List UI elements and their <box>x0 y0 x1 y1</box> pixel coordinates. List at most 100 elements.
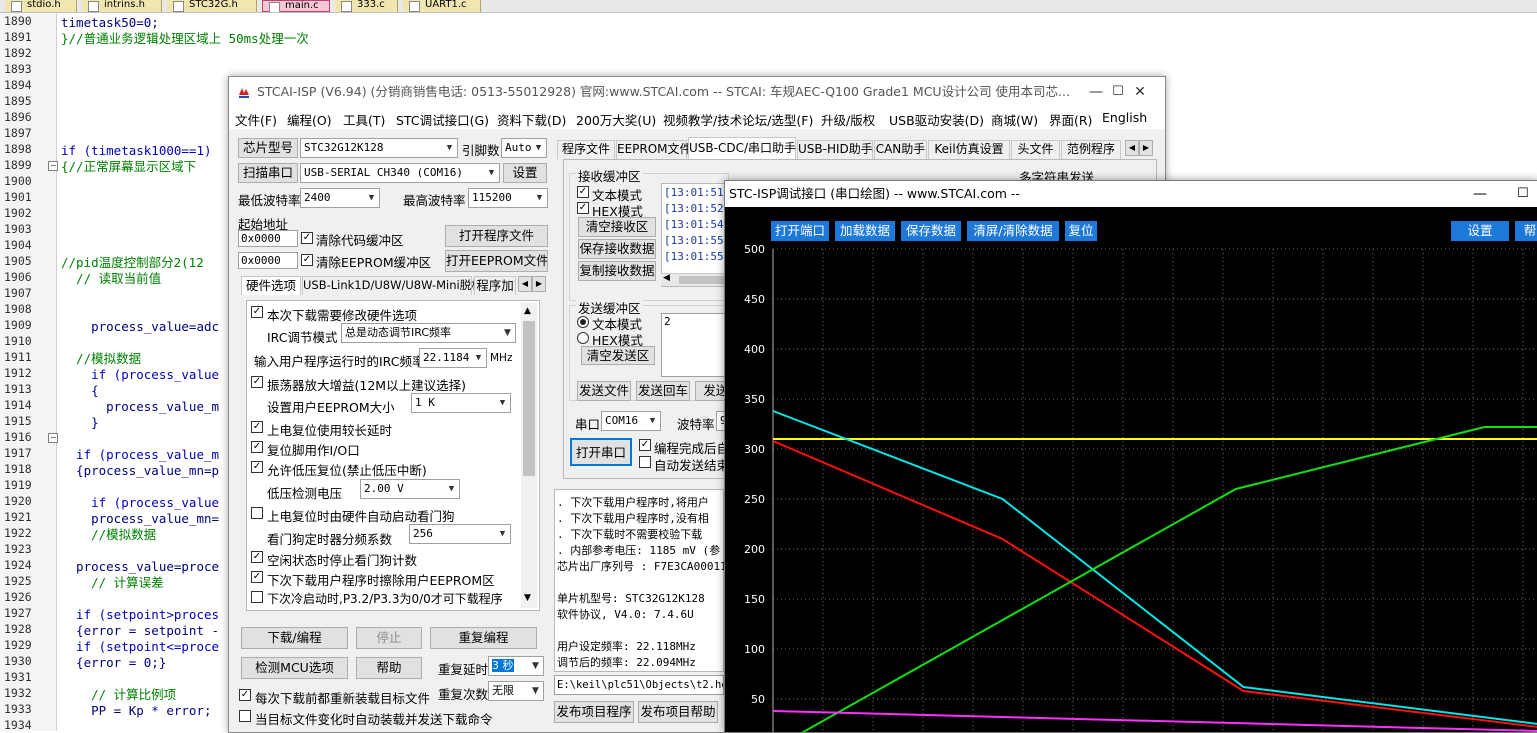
clear-code-buffer-checkbox[interactable]: ✓ <box>301 232 313 244</box>
serial-port-select[interactable]: COM16 ▼ <box>601 411 661 431</box>
publish-help-button[interactable]: 发布项目帮助 <box>638 701 718 723</box>
code-start-address-input[interactable]: 0x0000 <box>238 230 298 247</box>
copy-recv-button[interactable]: 复制接收数据 <box>578 261 656 281</box>
auto-open-checkbox[interactable]: ✓ <box>639 439 651 451</box>
tab-right-1[interactable]: EEPROM文件 <box>616 140 692 159</box>
lvr-enable-checkbox[interactable]: ✓ <box>251 461 263 473</box>
tab-usb-link-offline[interactable]: USB-Link1D/U8W/U8W-Mini脱机 <box>302 276 483 295</box>
tab-scroll-right-button[interactable]: ▶ <box>532 276 546 292</box>
fold-toggle-icon[interactable]: − <box>48 161 58 171</box>
editor-tab-0[interactable]: stdio.h <box>5 0 77 12</box>
tab-right-2[interactable]: USB-CDC/串口助手 <box>688 137 796 159</box>
scroll-left-icon[interactable]: ◀ <box>663 273 670 283</box>
log-output[interactable]: . 下次下载用户程序时,将用户 . 下次下载用户程序时,没有相 . 下次下载时不需要… <box>554 489 727 672</box>
min-baud-select[interactable]: 2400 ▼ <box>300 188 380 208</box>
clear-recv-button[interactable]: 清空接收区 <box>578 217 656 237</box>
tab-program-encrypt[interactable]: 程序加 <box>474 276 516 295</box>
recv-hscrollbar[interactable]: ◀ <box>661 273 731 286</box>
auto-load-checkbox[interactable] <box>239 710 251 722</box>
plot-maximize-button[interactable]: ☐ <box>1517 181 1529 207</box>
modify-hw-checkbox[interactable]: ✓ <box>251 306 263 318</box>
menu-item-10[interactable]: 界面(R) <box>1049 110 1092 129</box>
menu-item-11[interactable]: English <box>1102 110 1147 125</box>
menu-item-0[interactable]: 文件(F) <box>235 110 277 129</box>
wdt-auto-checkbox[interactable] <box>251 507 263 519</box>
fold-toggle-icon[interactable]: − <box>48 433 58 443</box>
save-recv-button[interactable]: 保存接收数据 <box>578 239 656 259</box>
osc-gain-checkbox[interactable]: ✓ <box>251 376 263 388</box>
recv-hex-mode-checkbox[interactable]: ✓ <box>577 202 589 214</box>
pin-count-select[interactable]: Auto ▼ <box>501 138 547 158</box>
menu-item-6[interactable]: 视频教学/技术论坛/选型(F) <box>663 110 813 129</box>
menu-item-8[interactable]: USB驱动安装(D) <box>889 110 984 129</box>
cold-boot-checkbox[interactable] <box>251 591 263 603</box>
tab-right-6[interactable]: 头文件 <box>1011 140 1060 159</box>
repeat-delay-select[interactable]: 3 秒 ▼ <box>488 656 544 676</box>
tab-right-4[interactable]: CAN助手 <box>874 140 927 159</box>
editor-tab-4[interactable]: 333.c <box>335 0 398 12</box>
tab-right-7[interactable]: 范例程序 <box>1061 140 1121 159</box>
editor-tab-1[interactable]: intrins.h <box>82 0 162 12</box>
hscroll-thumb[interactable] <box>679 276 724 284</box>
send-return-button[interactable]: 发送回车 <box>636 381 690 401</box>
open-eeprom-file-button[interactable]: 打开EEPROM文件 <box>445 250 548 272</box>
editor-tab-3[interactable]: main.c <box>262 0 330 12</box>
scroll-down-icon[interactable]: ▼ <box>524 593 531 603</box>
clear-eeprom-buffer-checkbox[interactable]: ✓ <box>301 254 313 266</box>
scroll-up-icon[interactable]: ▲ <box>524 306 531 316</box>
stop-button[interactable]: 停止 <box>356 627 422 649</box>
plot-title-bar[interactable]: STC-ISP调试接口 (串口绘图) -- www.STCAI.com -- —… <box>725 181 1537 207</box>
plot-area[interactable]: 打开端口 加载数据 保存数据 清屏/清除数据 复位 设置 帮 500 450 400 350 3… <box>725 207 1537 732</box>
eeprom-size-select[interactable]: 1 K ▼ <box>411 393 511 413</box>
menu-item-4[interactable]: 资料下载(D) <box>497 110 566 129</box>
power-on-delay-checkbox[interactable]: ✓ <box>251 421 263 433</box>
send-hex-mode-radio[interactable] <box>577 332 589 344</box>
help-button[interactable]: 帮助 <box>356 657 422 679</box>
menu-item-2[interactable]: 工具(T) <box>343 110 385 129</box>
chip-type-select[interactable]: STC32G12K128 ▼ <box>300 138 458 158</box>
editor-tab-5[interactable]: UART1.c <box>403 0 481 12</box>
tab-right-3[interactable]: USB-HID助手 <box>797 140 873 159</box>
erase-eeprom-checkbox[interactable]: ✓ <box>251 571 263 583</box>
scan-port-button[interactable]: 扫描串口 <box>238 163 298 183</box>
menu-item-1[interactable]: 编程(O) <box>287 110 332 129</box>
max-baud-select[interactable]: 115200 ▼ <box>468 188 548 208</box>
tab-right-5[interactable]: Keil仿真设置 <box>928 140 1010 159</box>
publish-program-button[interactable]: 发布项目程序 <box>554 701 634 723</box>
send-file-button[interactable]: 发送文件 <box>577 381 631 401</box>
lv-detect-select[interactable]: 2.00 V ▼ <box>360 479 460 499</box>
menu-item-3[interactable]: STC调试接口(G) <box>396 110 489 129</box>
clear-send-button[interactable]: 清空发送区 <box>581 346 655 365</box>
repeat-count-select[interactable]: 无限 ▼ <box>488 681 544 701</box>
reload-each-checkbox[interactable]: ✓ <box>239 689 251 701</box>
open-program-file-button[interactable]: 打开程序文件 <box>445 225 548 247</box>
menu-item-7[interactable]: 升级/版权 <box>821 110 875 129</box>
tab-hardware-options[interactable]: 硬件选项 <box>241 276 301 295</box>
send-text-mode-radio[interactable] <box>577 316 589 328</box>
scrollbar-thumb[interactable] <box>523 321 535 476</box>
plot-minimize-button[interactable]: — <box>1473 181 1487 207</box>
open-serial-port-button[interactable]: 打开串口 <box>570 438 632 466</box>
right-tab-scroll-left-button[interactable]: ◀ <box>1125 140 1139 156</box>
idle-stop-wdt-checkbox[interactable]: ✓ <box>251 551 263 563</box>
irc-mode-select[interactable]: 总是动态调节IRC频率 ▼ <box>341 323 516 343</box>
wdt-prescale-select[interactable]: 256 ▼ <box>409 524 511 544</box>
reprogram-button[interactable]: 重复编程 <box>430 627 537 649</box>
menu-item-9[interactable]: 商城(W) <box>991 110 1038 129</box>
reset-pin-io-checkbox[interactable]: ✓ <box>251 441 263 453</box>
recv-text-area[interactable]: [13:01:51.9 [13:01:52.9 [13:01:54.0 [13:01:… <box>661 183 737 287</box>
tab-right-0[interactable]: 程序文件 <box>557 140 615 159</box>
tab-scroll-left-button[interactable]: ◀ <box>518 276 532 292</box>
menu-item-5[interactable]: 200万大奖(U) <box>576 110 656 129</box>
auto-send-end-checkbox[interactable] <box>639 456 651 468</box>
chip-type-button[interactable]: 芯片型号 <box>238 138 298 158</box>
right-tab-scroll-right-button[interactable]: ▶ <box>1139 140 1153 156</box>
close-button[interactable]: ✕ <box>1117 77 1163 107</box>
send-text-area[interactable]: 2 <box>661 313 731 377</box>
port-select[interactable]: USB-SERIAL CH340 (COM16) ▼ <box>300 163 500 183</box>
recv-text-mode-checkbox[interactable]: ✓ <box>577 186 589 198</box>
check-mcu-options-button[interactable]: 检测MCU选项 <box>241 657 348 679</box>
download-program-button[interactable]: 下载/编程 <box>241 627 348 649</box>
eeprom-start-address-input[interactable]: 0x0000 <box>238 252 298 269</box>
irc-freq-select[interactable]: 22.1184 ▼ <box>419 348 487 368</box>
